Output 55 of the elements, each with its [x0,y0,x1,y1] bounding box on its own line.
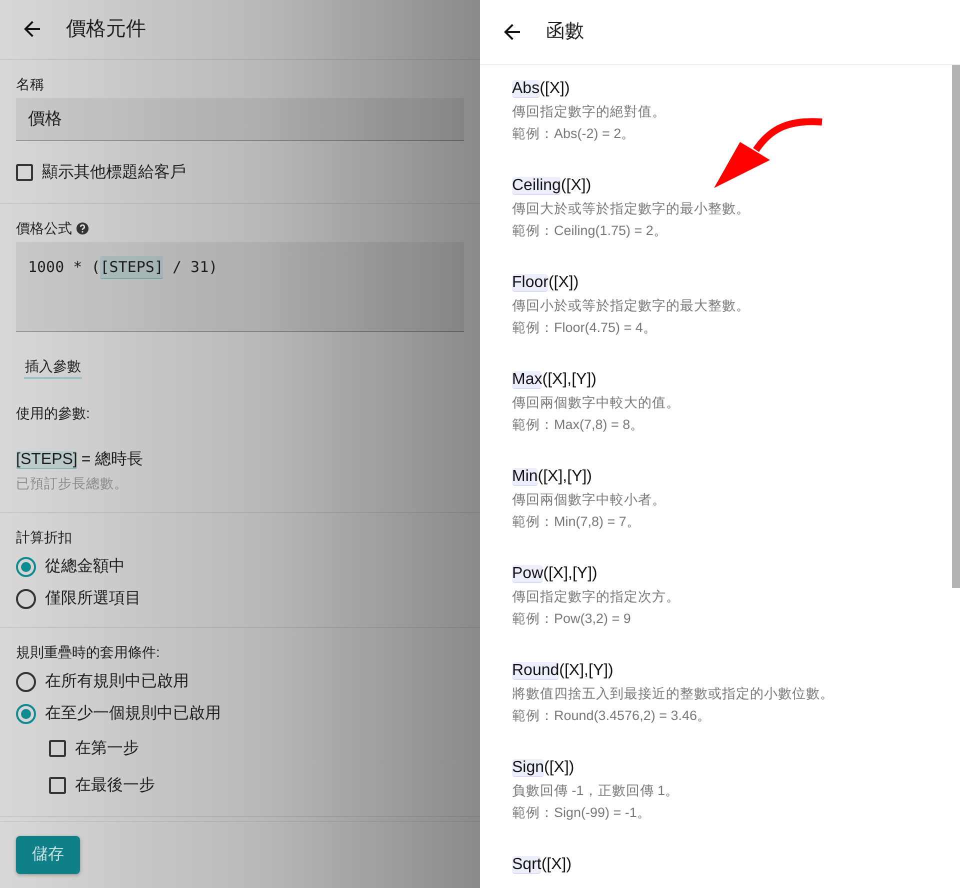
function-signature[interactable]: Abs([X]) [512,77,570,101]
insert-parameter-link[interactable]: 插入參數 [24,356,82,379]
function-description: 傳回小於或等於指定數字的最大整數。 [512,297,751,315]
radio-label: 僅限所選項目 [45,589,141,609]
function-example: 範例：Ceiling(1.75) = 2。 [512,222,668,240]
function-example: 範例：Floor(4.75) = 4。 [512,319,658,337]
drawer-title: 函數 [546,20,584,44]
radio-label: 在所有規則中已啟用 [45,672,189,692]
function-example: 範例：Max(7,8) = 8。 [512,416,646,434]
checkbox[interactable] [49,777,66,794]
section-label: 計算折扣 [16,528,73,547]
function-description: 傳回兩個數字中較大的值。 [512,394,681,412]
function-signature[interactable]: Min([X],[Y]) [512,465,592,489]
function-example: 範例：Min(7,8) = 7。 [512,513,642,531]
function-description: 傳回指定數字的指定次方。 [512,588,681,606]
function-example: 範例：Round(3.4576,2) = 3.46。 [512,707,712,725]
checkbox-label: 在最後一步 [75,776,155,796]
field-label: 名稱 [16,74,45,94]
parameter-meaning: = 總時長 [81,450,144,468]
function-description: 負數回傳 -1，正數回傳 1。 [512,782,680,800]
radio-label: 從總金額中 [45,556,125,577]
parameter-token: [STEPS] [16,450,78,469]
function-signature[interactable]: Pow([X],[Y]) [512,562,598,586]
radio-button[interactable] [16,672,36,692]
checkbox[interactable] [49,740,66,757]
function-signature[interactable]: Ceiling([X]) [512,174,592,198]
radio-label: 在至少一個規則中已啟用 [45,704,221,724]
function-example: 範例：Pow(3,2) = 9 [512,610,632,628]
function-description: 傳回兩個數字中較小者。 [512,491,667,509]
function-description: 將數值四捨五入到最接近的整數或指定的小數位數。 [512,685,835,703]
scrollbar-thumb[interactable] [952,65,960,588]
formula-field[interactable]: 1000 * ([STEPS] / 31) [16,242,464,332]
field-label: 價格公式 [16,218,72,238]
function-signature[interactable]: Sqrt([X]) [512,853,572,877]
function-signature[interactable]: Round([X],[Y]) [512,659,614,683]
parameter-description: 已預訂步長總數。 [16,474,129,493]
function-signature[interactable]: Floor([X]) [512,271,579,295]
radio-button[interactable] [16,589,36,609]
checkbox[interactable] [16,164,33,182]
help-icon[interactable] [76,222,89,235]
save-button[interactable]: 儲存 [16,836,80,874]
radio-button[interactable] [16,704,36,724]
page-title: 價格元件 [66,17,146,42]
section-label: 規則重疊時的套用條件: [16,643,161,662]
checkbox-label: 在第一步 [75,738,139,758]
function-description: 傳回指定數字的絕對值。 [512,103,667,121]
name-field[interactable]: 價格 [16,98,464,141]
checkbox-label: 顯示其他標題給客戶 [42,162,186,183]
function-example: 範例：Abs(-2) = 2。 [512,125,636,143]
function-description: 傳回大於或等於指定數字的最小整數。 [512,200,751,218]
section-label: 使用的參數: [16,404,91,423]
function-signature[interactable]: Max([X],[Y]) [512,368,596,392]
function-example: 範例：Sign(-99) = -1。 [512,804,652,822]
function-signature[interactable]: Sign([X]) [512,756,574,780]
radio-button[interactable] [16,557,36,577]
